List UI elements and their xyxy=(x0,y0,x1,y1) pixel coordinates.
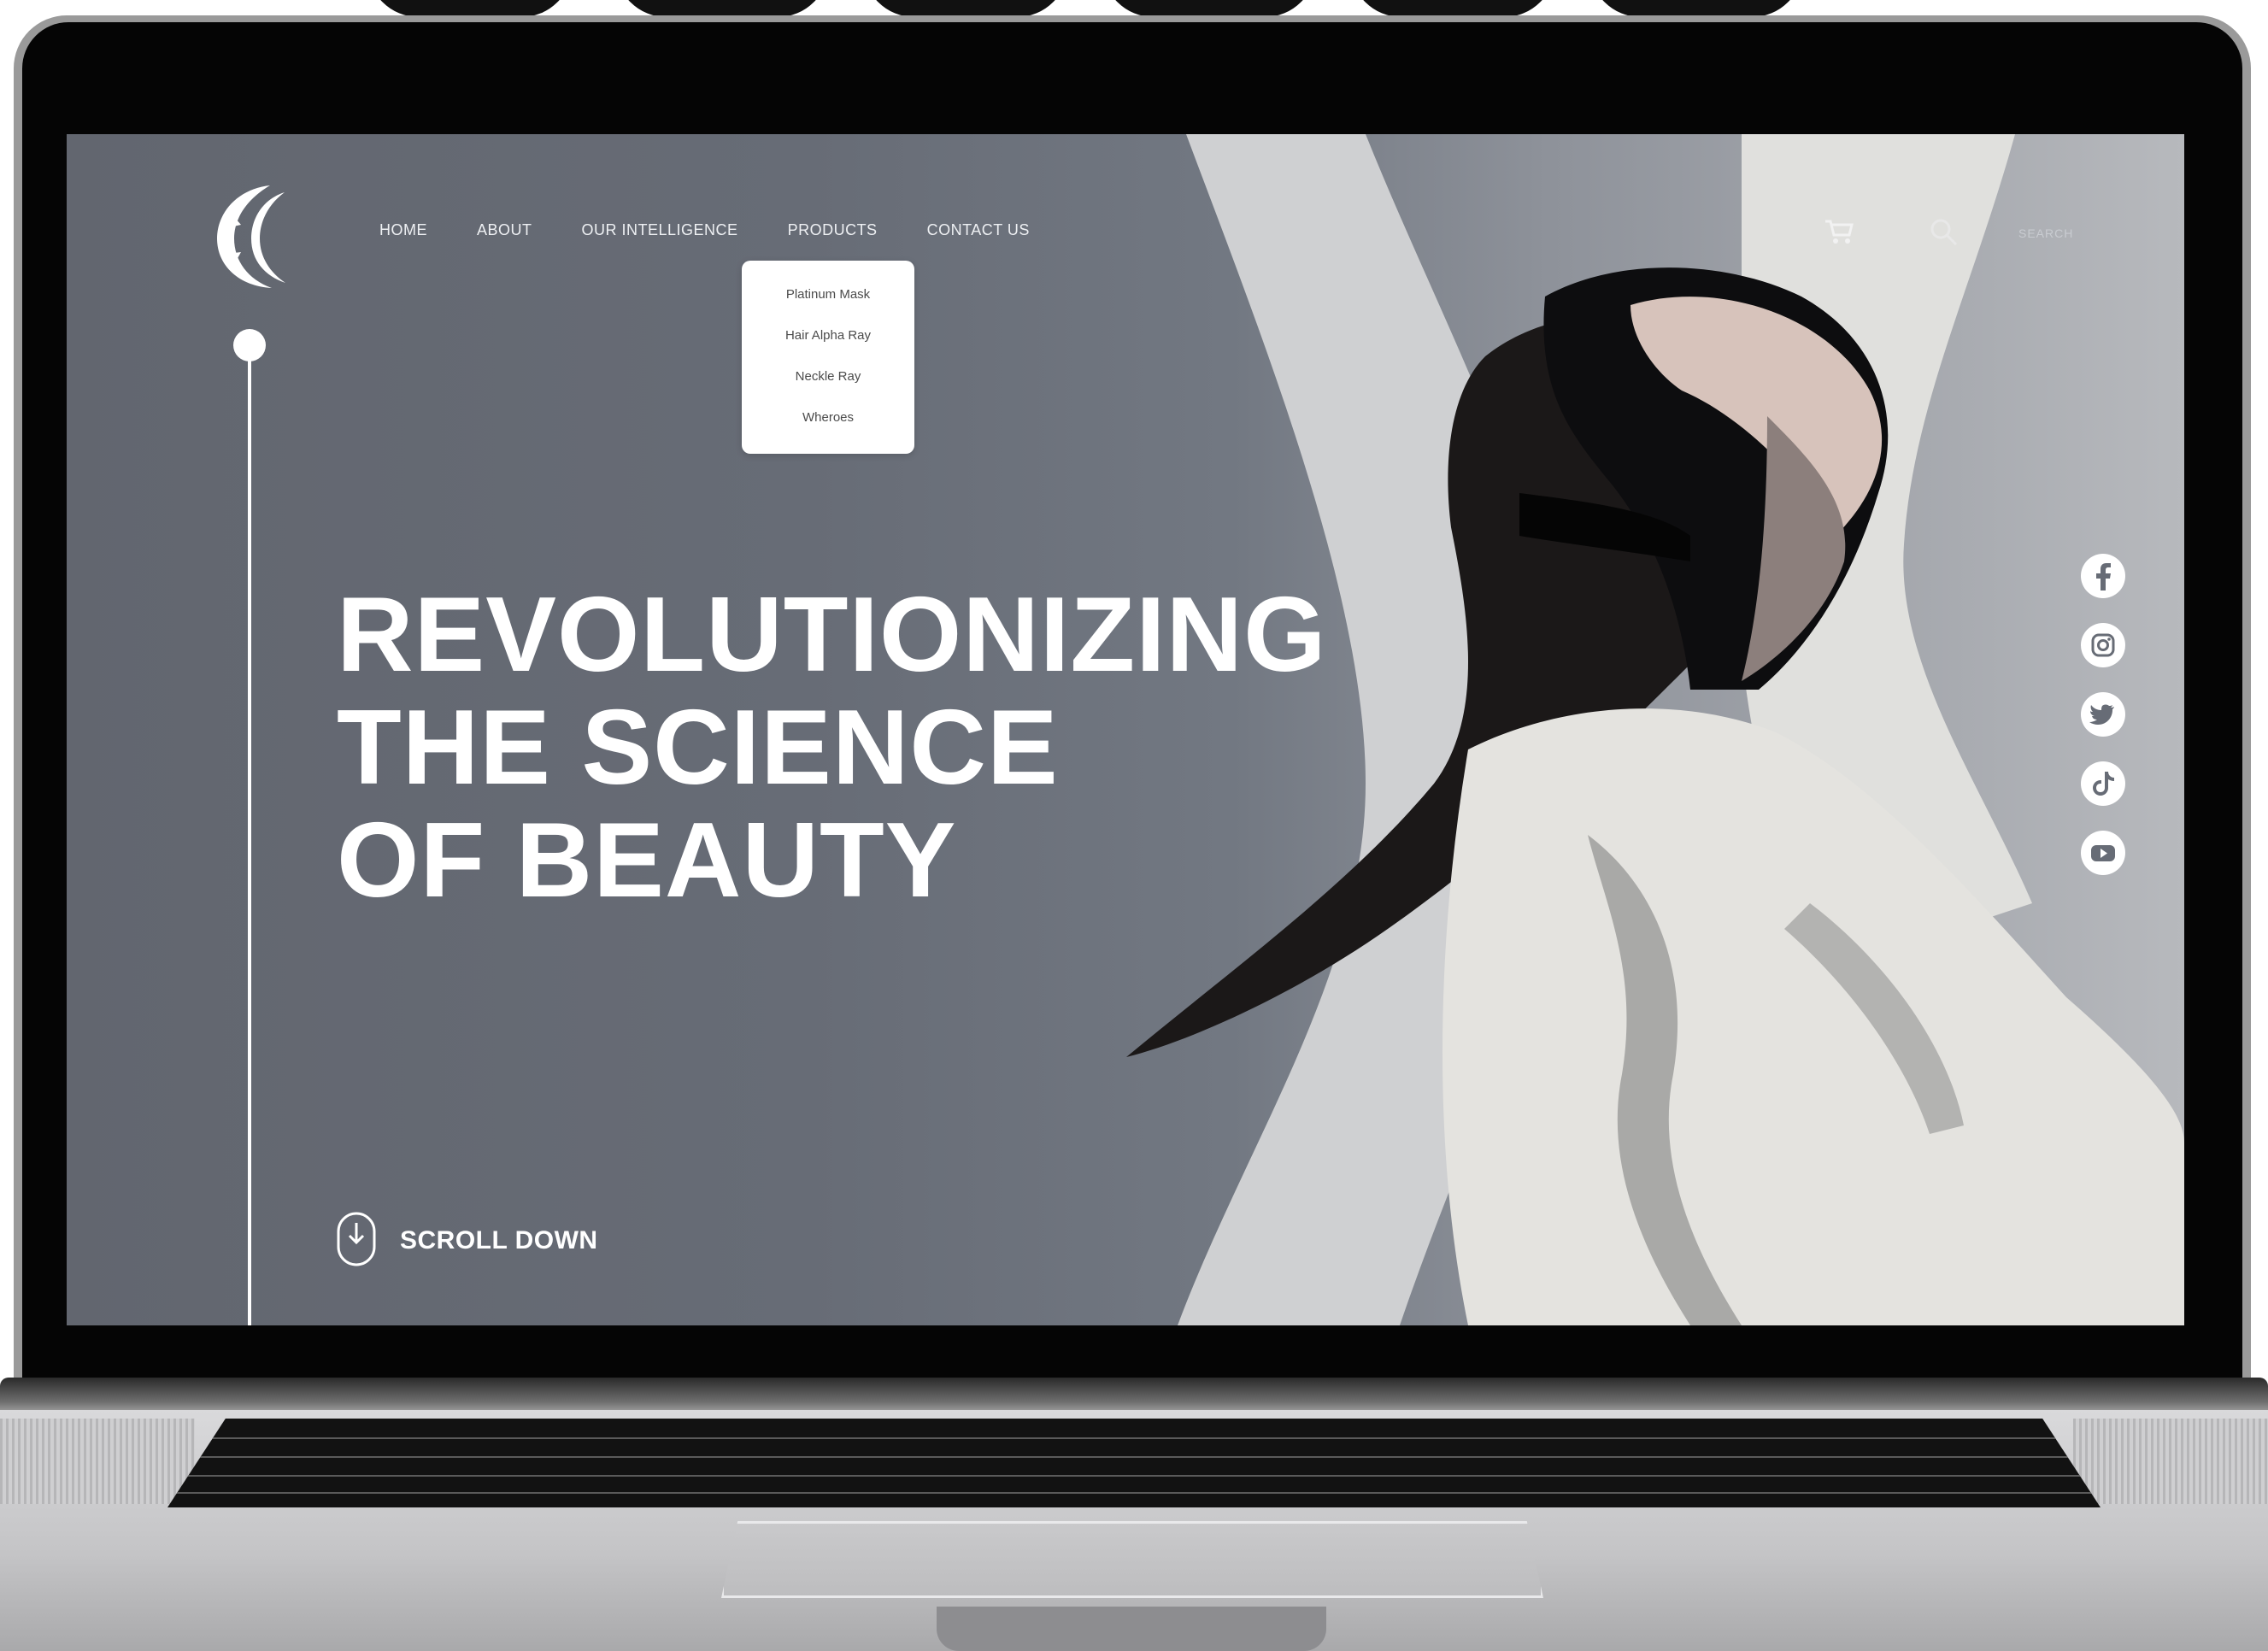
hero-headline: REVOLUTIONIZING THE SCIENCE OF BEAUTY xyxy=(337,579,1327,917)
social-links xyxy=(2080,553,2128,899)
youtube-icon[interactable] xyxy=(2080,830,2126,876)
dropdown-item-neckle-ray[interactable]: Neckle Ray xyxy=(742,356,914,397)
nav-products[interactable]: PRODUCTS xyxy=(788,221,878,239)
nav-home[interactable]: HOME xyxy=(379,221,427,239)
scroll-down-label[interactable]: SCROLL DOWN xyxy=(400,1226,598,1255)
right-speaker-grille xyxy=(2073,1419,2268,1504)
trackpad xyxy=(721,1521,1543,1598)
timeline-line xyxy=(248,358,251,1325)
dropdown-item-hair-alpha-ray[interactable]: Hair Alpha Ray xyxy=(742,315,914,356)
twitter-icon[interactable] xyxy=(2080,691,2126,737)
dropdown-item-platinum-mask[interactable]: Platinum Mask xyxy=(742,274,914,315)
dropdown-item-wheroes[interactable]: Wheroes xyxy=(742,397,914,438)
main-navigation: HOME ABOUT OUR INTELLIGENCE PRODUCTS CON… xyxy=(379,221,1079,239)
keyboard xyxy=(167,1419,2101,1507)
search-icon[interactable] xyxy=(1928,216,1959,247)
lid-notch xyxy=(937,1607,1326,1651)
nav-our-intelligence[interactable]: OUR INTELLIGENCE xyxy=(582,221,738,239)
tiktok-icon[interactable] xyxy=(2080,761,2126,807)
products-dropdown: Platinum Mask Hair Alpha Ray Neckle Ray … xyxy=(742,261,914,454)
website-screen: HOME ABOUT OUR INTELLIGENCE PRODUCTS CON… xyxy=(67,134,2184,1325)
instagram-icon[interactable] xyxy=(2080,622,2126,668)
facebook-icon[interactable] xyxy=(2080,553,2126,599)
search-label[interactable]: SEARCH xyxy=(2018,226,2073,240)
headline-line-1: REVOLUTIONIZING xyxy=(337,576,1327,694)
headline-line-3: OF BEAUTY xyxy=(337,802,957,920)
mouse-scroll-icon[interactable] xyxy=(336,1211,377,1267)
left-speaker-grille xyxy=(0,1419,195,1504)
timeline-dot xyxy=(233,329,266,361)
nav-about[interactable]: ABOUT xyxy=(477,221,532,239)
nav-contact-us[interactable]: CONTACT US xyxy=(927,221,1030,239)
brand-logo[interactable] xyxy=(203,177,306,297)
headline-line-2: THE SCIENCE xyxy=(337,689,1059,807)
cart-icon[interactable] xyxy=(1824,218,1854,245)
